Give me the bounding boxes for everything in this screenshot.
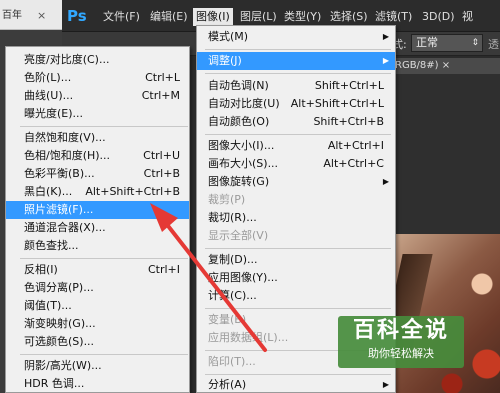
image-calculations[interactable]: 计算(C)... bbox=[197, 287, 395, 305]
menu-select[interactable]: 选择(S) bbox=[330, 8, 368, 26]
opacity-label: 透 bbox=[488, 38, 499, 51]
menu-separator bbox=[205, 308, 391, 309]
adjust-color-lookup[interactable]: 颜色查找... bbox=[6, 237, 189, 255]
adjust-selective-color[interactable]: 可选颜色(S)... bbox=[6, 333, 189, 351]
image-rotation[interactable]: 图像旋转(G) ▶ bbox=[197, 173, 395, 191]
canvas-background bbox=[392, 74, 500, 234]
menu-view[interactable]: 视 bbox=[462, 8, 473, 26]
image-apply-image[interactable]: 应用图像(Y)... bbox=[197, 269, 395, 287]
blend-mode-select[interactable]: 正常 ⇕ bbox=[411, 34, 483, 52]
adjust-color-balance[interactable]: 色彩平衡(B)... Ctrl+B bbox=[6, 165, 189, 183]
menu-filter[interactable]: 滤镜(T) bbox=[375, 8, 412, 26]
image-auto-contrast[interactable]: 自动对比度(U) Alt+Shift+Ctrl+L bbox=[197, 95, 395, 113]
menu-image[interactable]: 图像(I) bbox=[193, 8, 233, 26]
image-canvas-size[interactable]: 画布大小(S)... Alt+Ctrl+C bbox=[197, 155, 395, 173]
adjustments-submenu: 亮度/对比度(C)... 色阶(L)... Ctrl+L 曲线(U)... Ctrl… bbox=[5, 46, 190, 393]
menu-edit[interactable]: 编辑(E) bbox=[150, 8, 188, 26]
image-duplicate[interactable]: 复制(D)... bbox=[197, 251, 395, 269]
browser-tab-close-icon[interactable]: × bbox=[37, 6, 47, 26]
canvas-photo bbox=[381, 234, 500, 393]
image-auto-tone[interactable]: 自动色调(N) Shift+Ctrl+L bbox=[197, 77, 395, 95]
menu-separator bbox=[205, 73, 391, 74]
watermark-logo: 百科全说 助你轻松解决 bbox=[338, 316, 464, 368]
adjust-posterize[interactable]: 色调分离(P)... bbox=[6, 279, 189, 297]
menu-type[interactable]: 类型(Y) bbox=[284, 8, 321, 26]
menu-separator bbox=[205, 134, 391, 135]
adjust-brightness-contrast[interactable]: 亮度/对比度(C)... bbox=[6, 51, 189, 69]
browser-tab[interactable]: 百年 bbox=[0, 6, 38, 26]
adjust-levels[interactable]: 色阶(L)... Ctrl+L bbox=[6, 69, 189, 87]
photoshop-logo: Ps bbox=[67, 7, 87, 25]
watermark-subtitle: 助你轻松解决 bbox=[368, 347, 434, 360]
adjust-invert[interactable]: 反相(I) Ctrl+I bbox=[6, 261, 189, 279]
watermark-title: 百科全说 bbox=[352, 318, 449, 343]
image-adjustments[interactable]: 调整(J) ▶ bbox=[197, 52, 395, 70]
menu-separator bbox=[20, 126, 188, 127]
image-mode[interactable]: 模式(M) ▶ bbox=[197, 28, 395, 46]
menu-layer[interactable]: 图层(L) bbox=[240, 8, 277, 26]
adjust-photo-filter[interactable]: 照片滤镜(F)... bbox=[6, 201, 189, 219]
menu-file[interactable]: 文件(F) bbox=[103, 8, 140, 26]
image-analysis[interactable]: 分析(A) ▶ bbox=[197, 376, 395, 393]
adjust-hue-saturation[interactable]: 色相/饱和度(H)... Ctrl+U bbox=[6, 147, 189, 165]
adjust-black-white[interactable]: 黑白(K)... Alt+Shift+Ctrl+B bbox=[6, 183, 189, 201]
adjust-shadows-highlights[interactable]: 阴影/高光(W)... bbox=[6, 357, 189, 375]
menu-separator bbox=[20, 354, 188, 355]
image-trim[interactable]: 裁切(R)... bbox=[197, 209, 395, 227]
image-auto-color[interactable]: 自动颜色(O) Shift+Ctrl+B bbox=[197, 113, 395, 131]
menu-separator bbox=[205, 49, 391, 50]
image-reveal-all[interactable]: 显示全部(V) bbox=[197, 227, 395, 245]
chevron-updown-icon: ⇕ bbox=[471, 38, 479, 48]
browser-tab-strip: 百年 × bbox=[0, 0, 70, 30]
image-crop[interactable]: 裁剪(P) bbox=[197, 191, 395, 209]
menu-separator bbox=[20, 258, 188, 259]
image-size[interactable]: 图像大小(I)... Alt+Ctrl+I bbox=[197, 137, 395, 155]
adjust-threshold[interactable]: 阈值(T)... bbox=[6, 297, 189, 315]
adjust-gradient-map[interactable]: 渐变映射(G)... bbox=[6, 315, 189, 333]
adjust-curves[interactable]: 曲线(U)... Ctrl+M bbox=[6, 87, 189, 105]
blend-mode-value: 正常 bbox=[416, 36, 438, 49]
document-tab[interactable]: RGB/8#) × bbox=[392, 58, 500, 74]
adjust-hdr-toning[interactable]: HDR 色调... bbox=[6, 375, 189, 393]
adjust-vibrance[interactable]: 自然饱和度(V)... bbox=[6, 129, 189, 147]
menu-3d[interactable]: 3D(D) bbox=[422, 8, 455, 26]
submenu-arrow-icon: ▶ bbox=[382, 32, 389, 41]
menu-separator bbox=[205, 248, 391, 249]
menu-separator bbox=[205, 374, 391, 375]
submenu-arrow-icon: ▶ bbox=[382, 380, 389, 389]
submenu-arrow-icon: ▶ bbox=[382, 56, 389, 65]
adjust-channel-mixer[interactable]: 通道混合器(X)... bbox=[6, 219, 189, 237]
submenu-arrow-icon: ▶ bbox=[382, 177, 389, 186]
adjust-exposure[interactable]: 曝光度(E)... bbox=[6, 105, 189, 123]
